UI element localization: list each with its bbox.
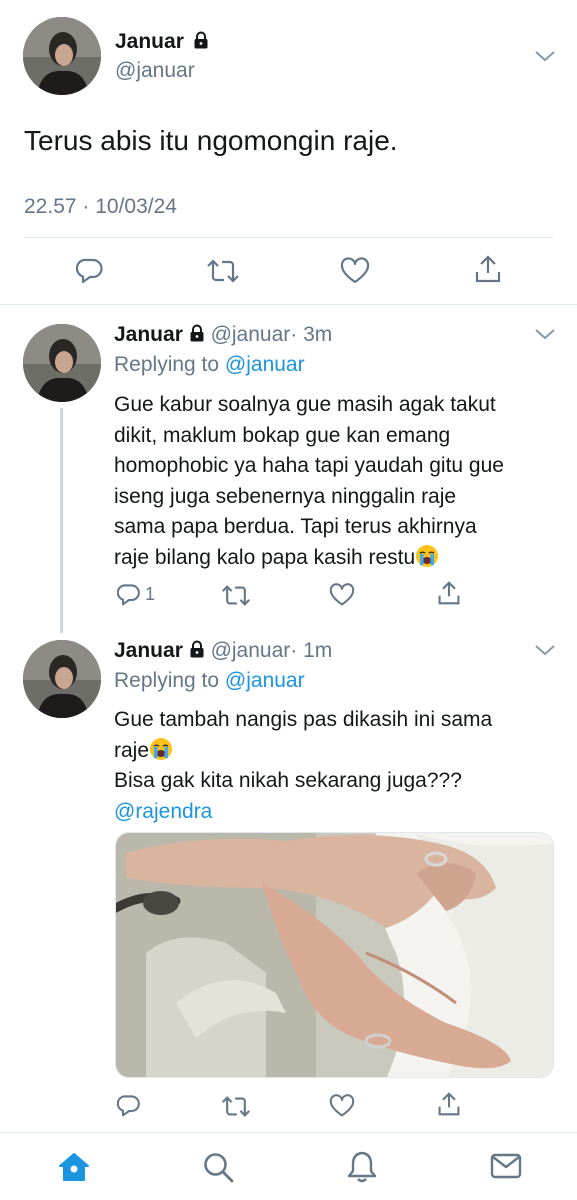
share-icon <box>438 1092 460 1116</box>
like-button[interactable] <box>329 1094 355 1118</box>
thread-line <box>60 408 63 633</box>
reply-button[interactable]: 1 <box>117 582 155 606</box>
avatar[interactable] <box>23 17 101 95</box>
reply-icon <box>117 584 140 606</box>
tweet-line: Bisa gak kita nikah sekarang juga??? <box>114 769 462 792</box>
tweet-line: raje <box>114 738 150 762</box>
tweet-line: homophobic ya haha tapi yaudah gitu gue <box>114 454 504 477</box>
retweet-icon <box>222 1096 250 1117</box>
avatar[interactable] <box>23 324 101 402</box>
share-icon <box>438 581 460 605</box>
like-button[interactable] <box>340 257 370 285</box>
tab-search[interactable] <box>202 1151 234 1183</box>
replying-to-label: Replying to <box>114 669 220 692</box>
loudly-crying-face-emoji <box>150 737 173 760</box>
replying-to-link[interactable]: @januar <box>225 669 305 692</box>
display-name[interactable]: Januar <box>114 639 183 662</box>
tweet-text: Gue tambah nangis pas dikasih ini sama r… <box>114 705 492 827</box>
tweet-line: iseng juga sebenernya ninggalin raje <box>114 484 457 508</box>
retweet-button[interactable] <box>221 584 251 607</box>
tweet-line: Gue tambah nangis pas dikasih ini sama <box>114 708 493 731</box>
lock-icon <box>190 324 204 342</box>
reply-icon <box>117 1095 140 1117</box>
share-icon <box>475 255 501 283</box>
share-button[interactable] <box>437 1091 461 1117</box>
retweet-button[interactable] <box>206 258 240 284</box>
mail-icon <box>490 1153 522 1179</box>
loudly-crying-face-emoji <box>416 544 439 567</box>
avatar[interactable] <box>23 640 101 718</box>
share-button[interactable] <box>474 254 502 284</box>
replying-to-link[interactable]: @januar <box>225 353 305 376</box>
lock-icon <box>190 640 204 658</box>
relative-time: · 1m <box>290 639 333 662</box>
tweet-line: Gue kabur soalnya gue masih agak takut <box>114 393 496 416</box>
handle[interactable]: @januar <box>115 58 195 84</box>
like-icon <box>340 257 370 284</box>
bottom-nav <box>0 1132 577 1200</box>
reply-button[interactable] <box>117 1093 141 1117</box>
tab-home[interactable] <box>58 1151 90 1183</box>
like-icon <box>329 1094 355 1117</box>
tab-notifications[interactable] <box>346 1150 378 1184</box>
tweet-line: dikit, maklum bokap gue kan emang <box>114 423 451 447</box>
bell-icon <box>347 1151 377 1183</box>
retweet-icon <box>222 585 250 606</box>
tweet-text: Terus abis itu ngomongin raje. <box>24 125 398 156</box>
retweet-button[interactable] <box>221 1095 251 1118</box>
retweet-icon <box>207 259 239 283</box>
replying-to-label: Replying to <box>114 353 220 376</box>
reply-button[interactable] <box>76 256 104 284</box>
timestamp: 22.57 · 10/03/24 <box>24 195 177 218</box>
chevron-down-icon[interactable] <box>534 49 556 63</box>
tweet-photo[interactable] <box>115 832 554 1078</box>
handle[interactable]: @januar <box>211 639 291 662</box>
lock-icon <box>194 31 208 49</box>
tweet-line: raje bilang kalo papa kasih restu <box>114 545 416 569</box>
tab-messages[interactable] <box>490 1153 522 1179</box>
photo-hands-with-rings <box>116 833 553 1077</box>
search-icon <box>204 1153 234 1183</box>
share-button[interactable] <box>437 580 461 606</box>
relative-time: · 3m <box>290 323 333 346</box>
chevron-down-icon[interactable] <box>534 327 556 341</box>
home-icon <box>59 1153 89 1181</box>
like-button[interactable] <box>329 583 355 607</box>
reply-icon <box>76 258 103 284</box>
display-name[interactable]: Januar <box>114 323 183 346</box>
tweet-text: Gue kabur soalnya gue masih agak takut d… <box>114 390 504 573</box>
reply-count: 1 <box>145 583 156 604</box>
tweet-line: sama papa berdua. Tapi terus akhirnya <box>114 515 477 538</box>
like-icon <box>329 583 355 606</box>
handle[interactable]: @januar <box>211 323 291 346</box>
mention-link[interactable]: @rajendra <box>114 797 492 828</box>
chevron-down-icon[interactable] <box>534 643 556 657</box>
display-name[interactable]: Januar <box>115 30 184 53</box>
